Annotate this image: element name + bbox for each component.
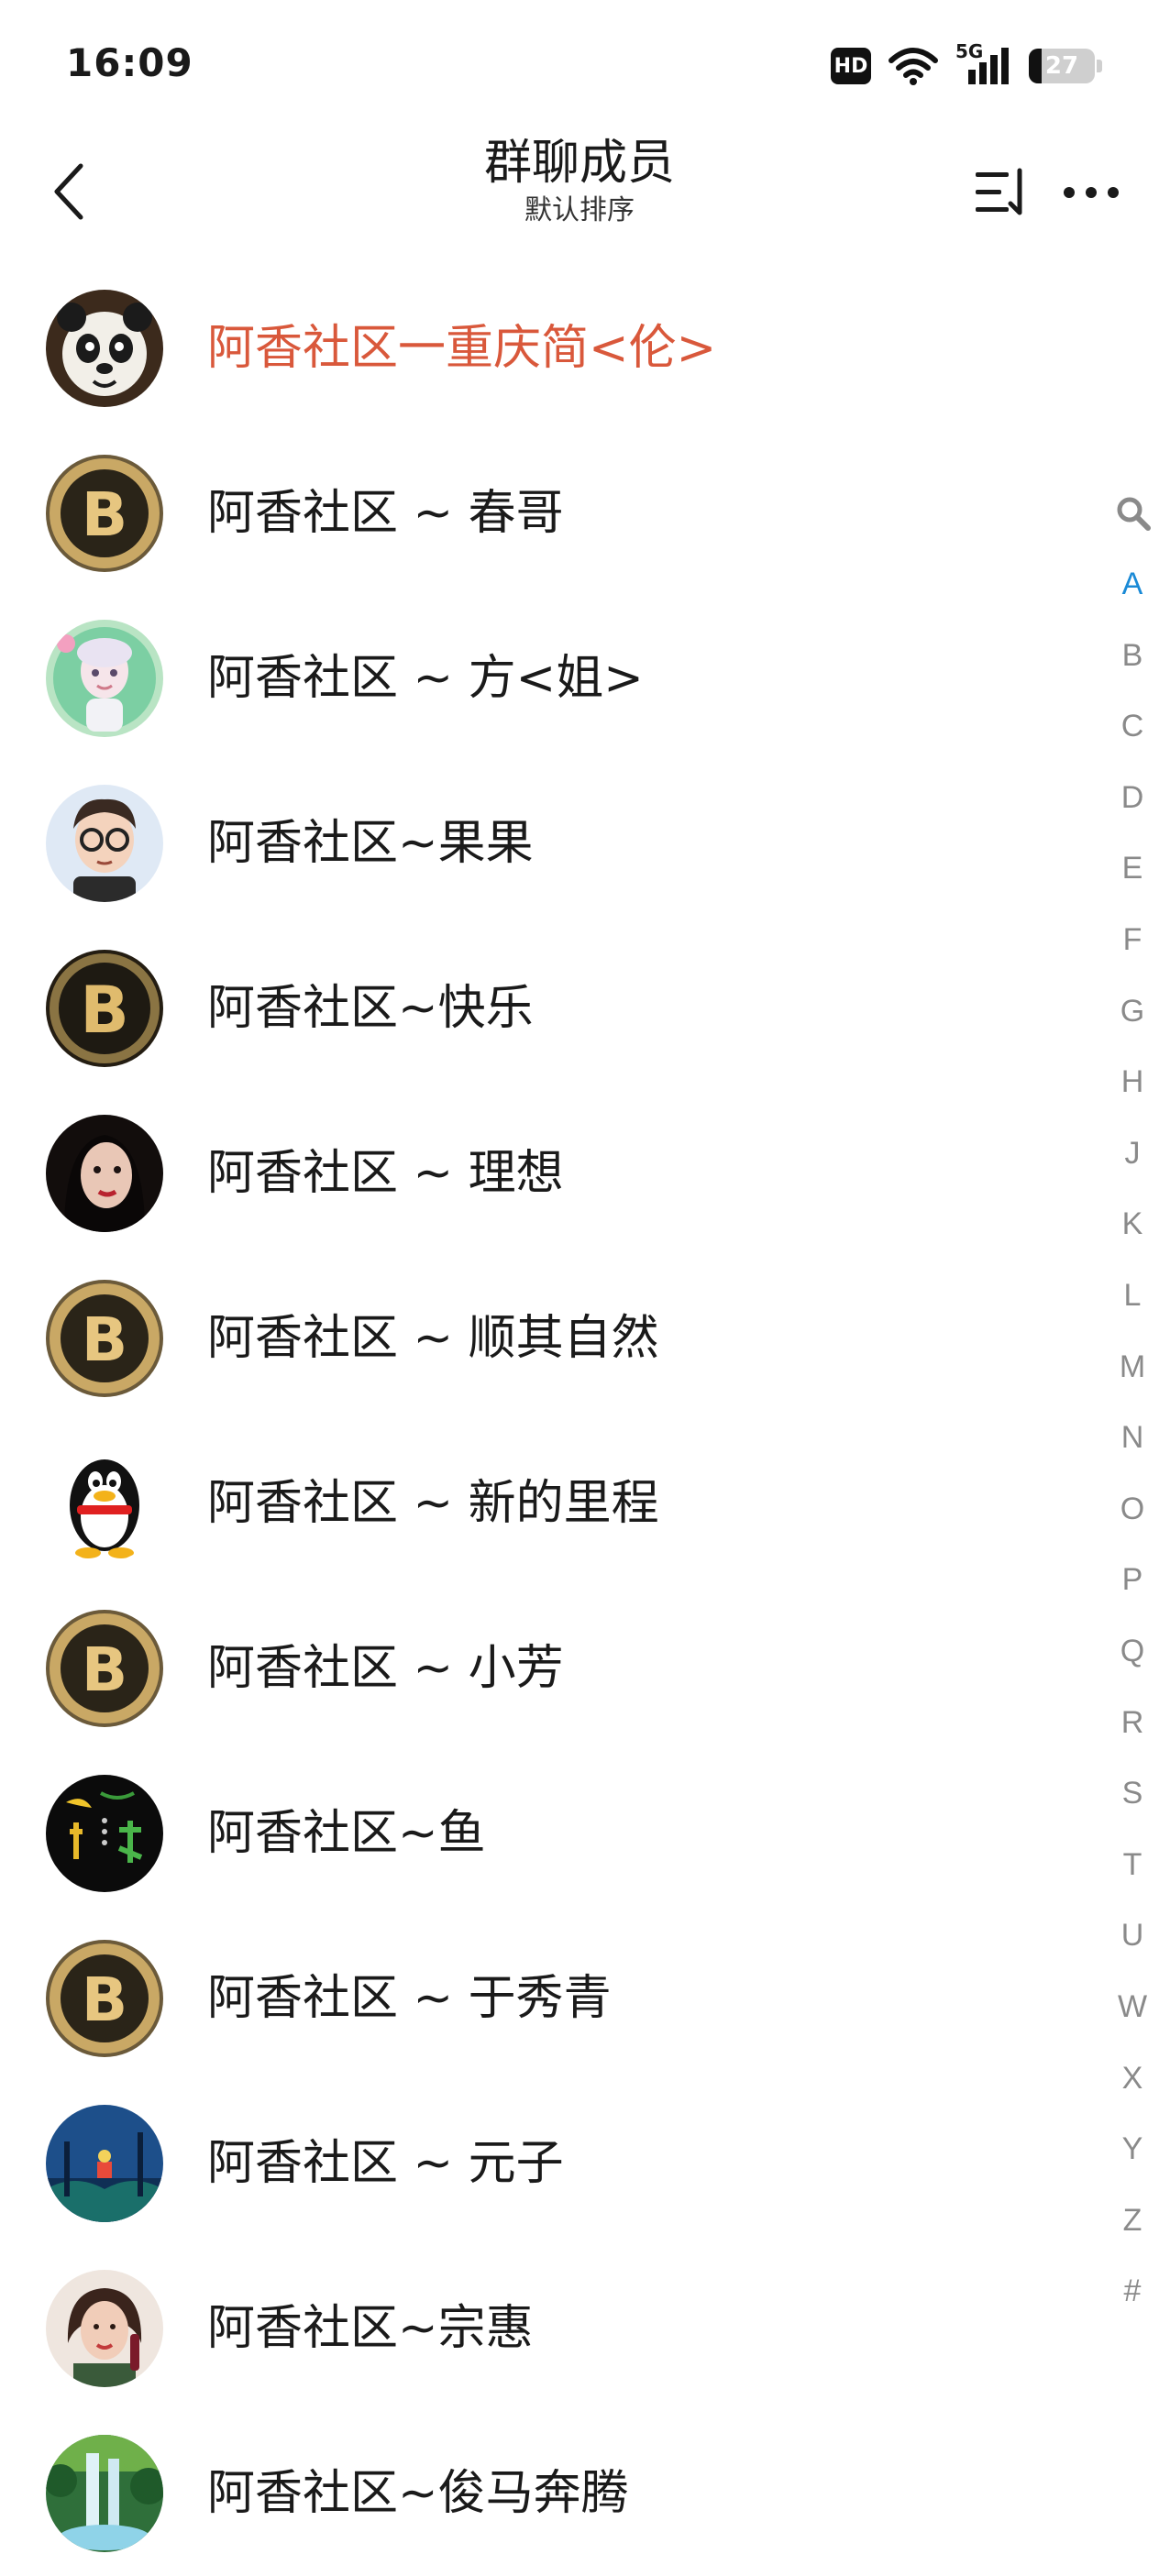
index-letter-f[interactable]: F bbox=[1100, 922, 1159, 958]
avatar-gold-coin-icon: B bbox=[46, 1280, 163, 1397]
sort-button[interactable] bbox=[966, 147, 1040, 238]
svg-text:B: B bbox=[82, 1965, 127, 2035]
svg-text:B: B bbox=[82, 479, 127, 550]
member-row[interactable]: B 阿香社区 ~ 春哥 bbox=[0, 431, 1082, 596]
index-letter-r[interactable]: R bbox=[1100, 1705, 1159, 1741]
index-letter-w[interactable]: W bbox=[1100, 1989, 1159, 2025]
status-bar: 16:09 HD 5G 27 bbox=[0, 0, 1159, 128]
member-row[interactable]: 阿香社区~果果 bbox=[0, 761, 1082, 926]
avatar-woman-portrait-2-icon bbox=[46, 2270, 163, 2387]
member-name: 阿香社区~果果 bbox=[207, 816, 534, 871]
more-dots-icon bbox=[1064, 187, 1119, 198]
index-letter-m[interactable]: M bbox=[1100, 1349, 1159, 1385]
index-letter-p[interactable]: P bbox=[1100, 1562, 1159, 1598]
member-name: 阿香社区 ~ 小芳 bbox=[207, 1641, 564, 1696]
avatar-gold-coin-icon: B bbox=[46, 1610, 163, 1727]
member-row[interactable]: 阿香社区一重庆简<伦> bbox=[0, 266, 1082, 431]
member-row[interactable]: 阿香社区~俊马奔腾 bbox=[0, 2411, 1082, 2576]
avatar-waterfall-icon bbox=[46, 2435, 163, 2552]
svg-text:B: B bbox=[82, 1635, 127, 1705]
member-name: 阿香社区 ~ 顺其自然 bbox=[207, 1311, 659, 1366]
index-letter-z[interactable]: Z bbox=[1100, 2203, 1159, 2239]
member-name: 阿香社区~俊马奔腾 bbox=[207, 2466, 629, 2521]
svg-text:B: B bbox=[80, 973, 128, 1048]
index-letter-d[interactable]: D bbox=[1100, 780, 1159, 816]
hd-icon: HD bbox=[831, 48, 871, 84]
index-letter-y[interactable]: Y bbox=[1100, 2131, 1159, 2167]
index-letter-a[interactable]: A bbox=[1100, 567, 1159, 602]
status-icons: HD 5G 27 bbox=[831, 40, 1102, 90]
member-name: 阿香社区~快乐 bbox=[207, 981, 534, 1036]
member-name: 阿香社区 ~ 于秀青 bbox=[207, 1971, 612, 2026]
cellular-signal-icon: 5G bbox=[955, 40, 1012, 86]
index-letter-u[interactable]: U bbox=[1100, 1918, 1159, 1954]
member-row[interactable]: B 阿香社区 ~ 于秀青 bbox=[0, 1916, 1082, 2081]
avatar-panda-icon bbox=[46, 290, 163, 407]
index-letter-g[interactable]: G bbox=[1100, 994, 1159, 1029]
member-name: 阿香社区 ~ 元子 bbox=[207, 2136, 564, 2191]
battery-icon: 27 bbox=[1029, 49, 1102, 83]
member-row[interactable]: 阿香社区 ~ 元子 bbox=[0, 2081, 1082, 2246]
battery-level: 27 bbox=[1044, 52, 1079, 80]
member-row[interactable]: 阿香社区 ~ 方<姐> bbox=[0, 596, 1082, 761]
more-button[interactable] bbox=[1054, 147, 1128, 238]
avatar-boy-cartoon-icon bbox=[46, 785, 163, 902]
member-name: 阿香社区 ~ 春哥 bbox=[207, 486, 564, 541]
member-name: 阿香社区~宗惠 bbox=[207, 2301, 534, 2356]
index-letter-k[interactable]: K bbox=[1100, 1206, 1159, 1242]
index-letter-t[interactable]: T bbox=[1100, 1847, 1159, 1883]
index-letter-c[interactable]: C bbox=[1100, 709, 1159, 744]
member-name: 阿香社区 ~ 理想 bbox=[207, 1146, 564, 1201]
member-row[interactable]: B 阿香社区 ~ 小芳 bbox=[0, 1586, 1082, 1751]
sort-icon bbox=[976, 168, 1022, 215]
member-name: 阿香社区 ~ 方<姐> bbox=[207, 651, 644, 706]
avatar-woman-portrait-icon bbox=[46, 1115, 163, 1232]
member-row[interactable]: 阿香社区~宗惠 bbox=[0, 2246, 1082, 2411]
index-letter-n[interactable]: N bbox=[1100, 1420, 1159, 1456]
index-letter-b[interactable]: B bbox=[1100, 638, 1159, 674]
avatar-girl-cartoon-icon bbox=[46, 620, 163, 737]
avatar-gold-coin-icon: B bbox=[46, 1940, 163, 2057]
avatar-penguin-icon bbox=[46, 1445, 163, 1562]
index-letter-o[interactable]: O bbox=[1100, 1492, 1159, 1527]
svg-text:B: B bbox=[82, 1305, 127, 1375]
avatar-gold-coin-icon: B bbox=[46, 455, 163, 572]
index-letter-s[interactable]: S bbox=[1100, 1776, 1159, 1811]
index-letter-h[interactable]: H bbox=[1100, 1064, 1159, 1100]
member-row[interactable]: B 阿香社区 ~ 顺其自然 bbox=[0, 1256, 1082, 1421]
index-letter-q[interactable]: Q bbox=[1100, 1634, 1159, 1669]
member-list: 阿香社区一重庆简<伦> B 阿香社区 ~ 春哥 阿香社区 ~ 方<姐> 阿香社区… bbox=[0, 266, 1082, 2576]
status-time: 16:09 bbox=[66, 40, 193, 85]
member-name: 阿香社区~鱼 bbox=[207, 1806, 486, 1861]
member-name: 阿香社区一重庆简<伦> bbox=[207, 321, 717, 376]
avatar-night-scene-icon bbox=[46, 2105, 163, 2222]
member-row[interactable]: B 阿香社区~快乐 bbox=[0, 926, 1082, 1091]
wifi-icon bbox=[889, 48, 938, 85]
member-row[interactable]: 阿香社区 ~ 新的里程 bbox=[0, 1421, 1082, 1586]
member-name: 阿香社区 ~ 新的里程 bbox=[207, 1476, 659, 1531]
index-letter-x[interactable]: X bbox=[1100, 2061, 1159, 2097]
index-letter-j[interactable]: J bbox=[1100, 1136, 1159, 1172]
header: 群聊成员 默认排序 bbox=[0, 128, 1159, 266]
member-row[interactable]: 阿香社区 ~ 理想 bbox=[0, 1091, 1082, 1256]
member-row[interactable]: 阿香社区~鱼 bbox=[0, 1751, 1082, 1916]
index-letter-hash[interactable]: # bbox=[1100, 2273, 1159, 2309]
index-letter-e[interactable]: E bbox=[1100, 851, 1159, 886]
avatar-gold-coin-dark-icon: B bbox=[46, 950, 163, 1067]
index-letter-l[interactable]: L bbox=[1100, 1278, 1159, 1314]
avatar-dark-calligraphy-icon bbox=[46, 1775, 163, 1892]
search-icon[interactable] bbox=[1115, 495, 1152, 532]
